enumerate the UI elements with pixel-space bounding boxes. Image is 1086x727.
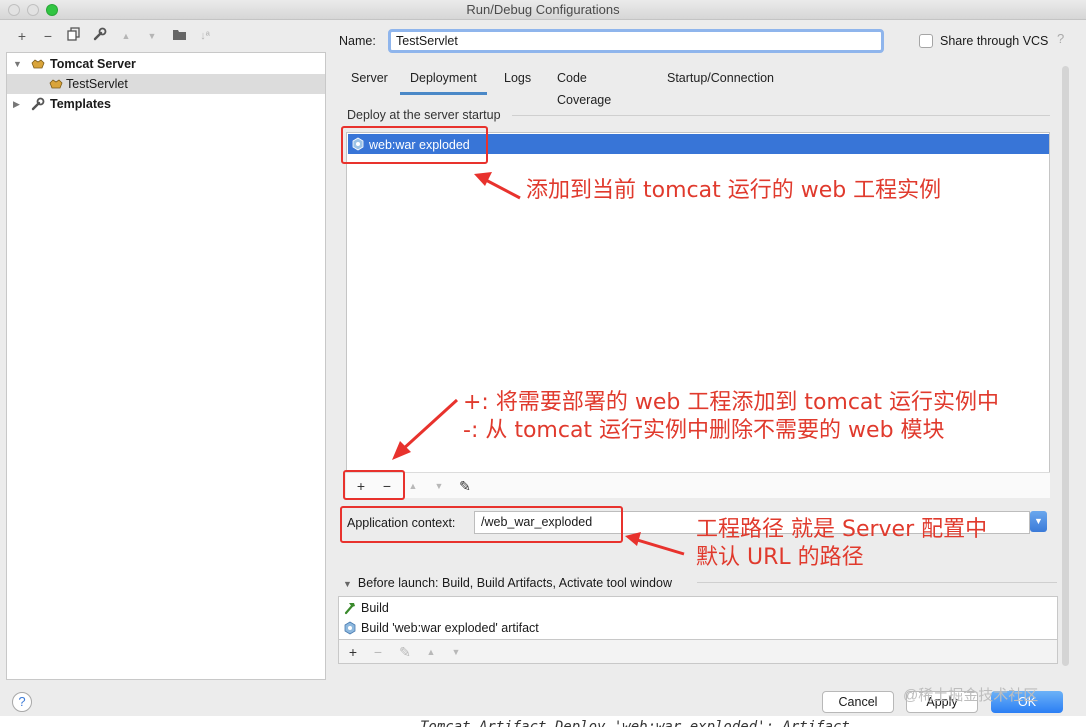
annotation-arrow — [481, 176, 521, 200]
annotation-note-artifact: 添加到当前 tomcat 运行的 web 工程实例 — [526, 178, 942, 203]
annotation-arrow — [633, 537, 685, 556]
annotation-arrow — [400, 398, 459, 452]
annotation-arrows — [392, 172, 685, 556]
annotation-arrowhead — [474, 172, 492, 186]
annotation-note-add: +: 将需要部署的 web 工程添加到 tomcat 运行实例中 — [463, 390, 1000, 415]
annotation-note-remove: -: 从 tomcat 运行实例中删除不需要的 web 模块 — [463, 418, 945, 443]
annotation-arrowhead — [625, 532, 641, 546]
annotation-note-context-1: 工程路径 就是 Server 配置中 — [696, 517, 988, 542]
annotation-note-context-2: 默认 URL 的路径 — [696, 545, 864, 570]
watermark: @稀土掘金技术社区 — [903, 687, 1039, 704]
